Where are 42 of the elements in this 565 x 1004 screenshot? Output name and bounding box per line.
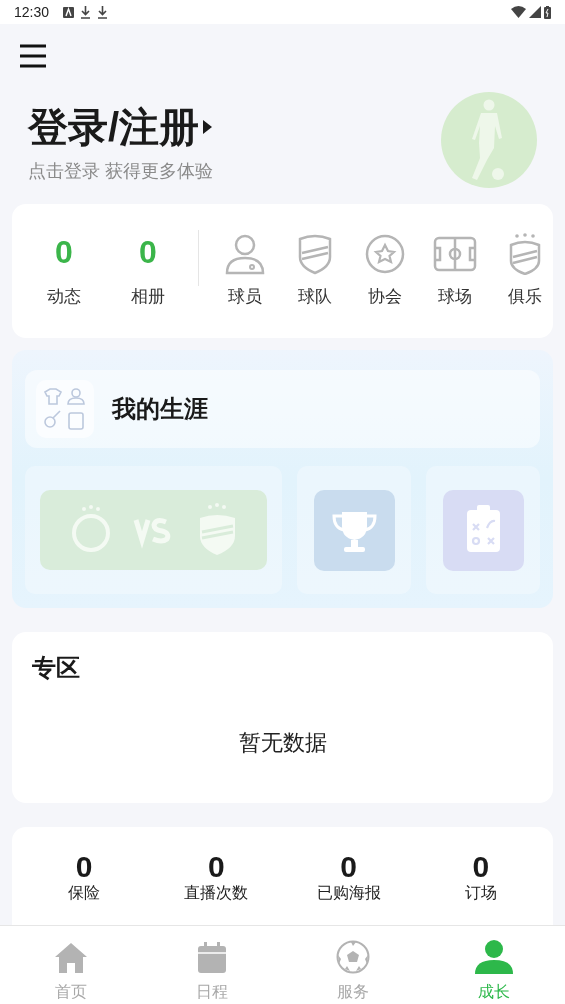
empty-message: 暂无数据 — [238, 729, 327, 757]
soccer-ball-icon — [336, 940, 371, 974]
shortcut-button[interactable]: 球场 — [429, 232, 481, 310]
career-title: 我的生涯 — [112, 394, 208, 424]
stat-button[interactable]: 0 保险 — [29, 851, 140, 903]
shortcut-button[interactable]: 球队 — [289, 232, 341, 310]
calendar-icon — [196, 942, 227, 974]
profile-subtitle: 点击登录 获得更多体验 — [28, 160, 213, 183]
menu-button[interactable] — [18, 42, 48, 70]
stat-button[interactable]: 0 已购海报 — [293, 851, 404, 903]
caret-icon — [203, 120, 213, 134]
star-circle-icon — [364, 233, 406, 276]
stat-button[interactable]: 0 订场 — [425, 851, 536, 903]
person-icon — [473, 940, 516, 974]
shortcut-button[interactable]: 球员 — [219, 232, 271, 310]
career-card[interactable]: 我的生涯 — [12, 350, 553, 608]
tactics-panel[interactable] — [426, 466, 540, 594]
download-icon — [97, 5, 109, 19]
menu-icon — [19, 43, 47, 69]
notification-icon — [63, 6, 75, 18]
trophy-icon — [313, 489, 395, 571]
match-panel[interactable] — [25, 466, 282, 594]
stat-button[interactable]: 0 直播次数 — [161, 851, 272, 903]
zone-title: 专区 — [32, 653, 80, 683]
shortcut-button[interactable]: 俱乐 — [499, 232, 551, 310]
person-icon — [224, 233, 266, 276]
house-icon — [53, 942, 88, 974]
clipboard-icon — [442, 489, 524, 571]
battery-icon — [544, 5, 551, 19]
pitch-icon — [433, 236, 477, 273]
signal-icon — [529, 6, 541, 18]
counter-button[interactable]: 0 相册 — [106, 232, 190, 310]
shortcut-button[interactable]: 协会 — [359, 232, 411, 310]
career-icon — [36, 380, 94, 438]
login-link[interactable]: 登录/注册 — [28, 102, 200, 152]
versus-icon — [40, 490, 267, 570]
counter-button[interactable]: 0 动态 — [22, 232, 106, 310]
wifi-icon — [511, 6, 526, 18]
honor-panel[interactable] — [297, 466, 411, 594]
status-time: 12:30 — [14, 2, 50, 22]
shield-stars-icon — [508, 233, 542, 276]
download-icon — [80, 5, 92, 19]
